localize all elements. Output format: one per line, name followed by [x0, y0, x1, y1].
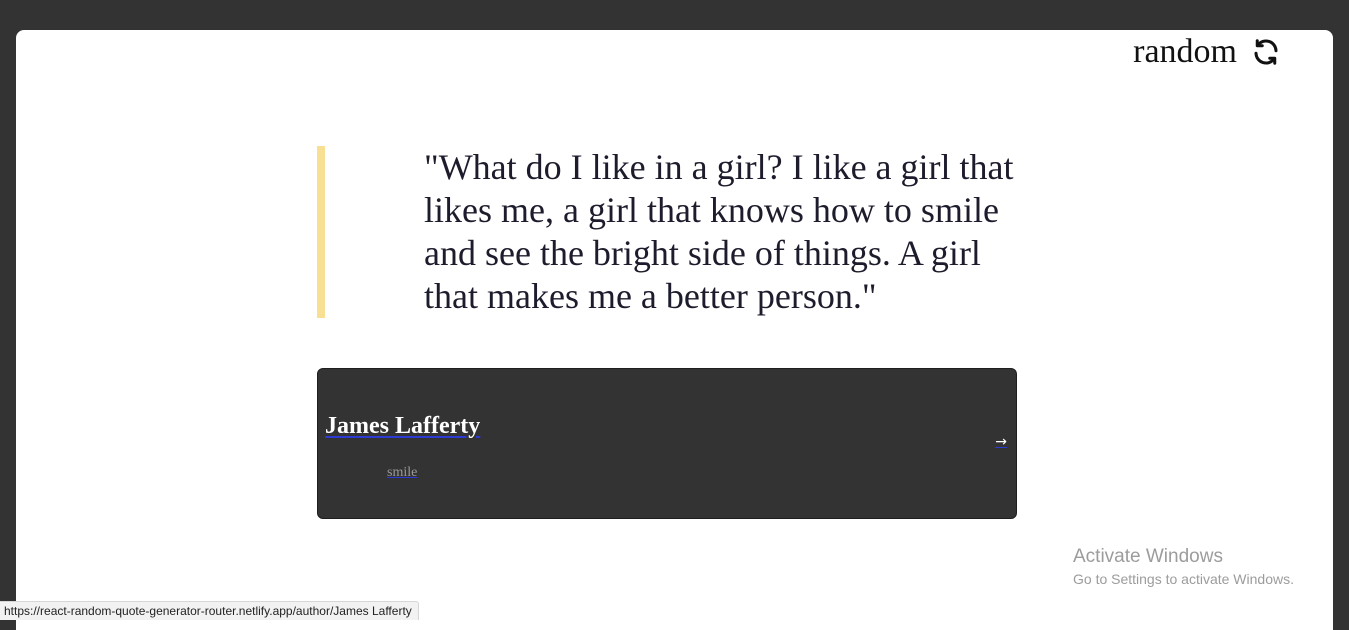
page-container: random "What do I like in a girl? I like… [16, 30, 1333, 630]
random-button[interactable]: random [1133, 33, 1281, 71]
watermark-title: Activate Windows [1073, 546, 1223, 567]
random-label: random [1133, 33, 1237, 70]
author-name: James Lafferty [325, 413, 481, 439]
author-genre: smile [387, 465, 418, 480]
quote-accent-bar [317, 146, 325, 318]
quote-text: "What do I like in a girl? I like a girl… [424, 147, 1014, 316]
quote-block: "What do I like in a girl? I like a girl… [317, 146, 1017, 318]
arrow-right-icon: → [995, 434, 1007, 450]
author-card-link[interactable]: James Lafferty smile → [317, 368, 1017, 519]
watermark-subtitle: Go to Settings to activate Windows. [1073, 571, 1294, 587]
refresh-icon [1251, 37, 1281, 67]
activate-windows-watermark: Activate Windows Go to Settings to activ… [1073, 545, 1294, 589]
status-bar-url: https://react-random-quote-generator-rou… [0, 601, 419, 620]
